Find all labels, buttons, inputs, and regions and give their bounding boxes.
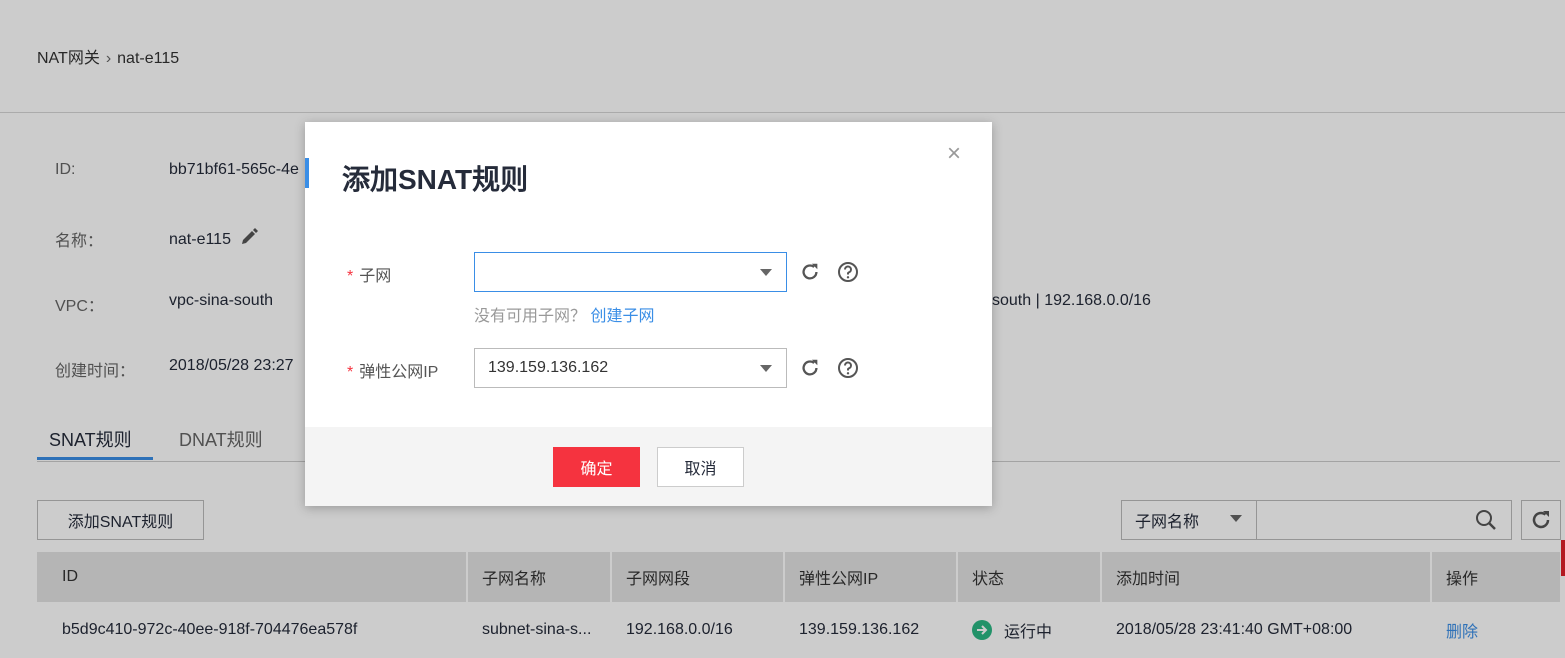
dialog-footer: 确定 取消 [305, 427, 992, 506]
eip-select-value: 139.159.136.162 [488, 359, 609, 376]
create-subnet-link[interactable]: 创建子网 [590, 308, 654, 325]
eip-label: * 弹性公网IP [347, 358, 438, 382]
chevron-down-icon [760, 365, 772, 372]
required-marker: * [347, 364, 354, 381]
confirm-button[interactable]: 确定 [553, 447, 640, 487]
subnet-select[interactable] [474, 252, 787, 292]
refresh-icon[interactable] [799, 261, 821, 283]
title-accent-bar [305, 158, 309, 188]
chevron-down-icon [760, 269, 772, 276]
cancel-button[interactable]: 取消 [657, 447, 744, 487]
help-icon[interactable] [837, 261, 859, 283]
subnet-label: * 子网 [347, 262, 391, 286]
eip-label-text: 弹性公网IP [359, 364, 439, 381]
dialog-title: 添加SNAT规则 [342, 164, 529, 195]
add-snat-rule-dialog: 添加SNAT规则 × * 子网 没有可用子网？ 创建子网 * 弹性公网IP 139.… [305, 122, 992, 506]
eip-select[interactable]: 139.159.136.162 [474, 348, 787, 388]
refresh-icon[interactable] [799, 357, 821, 379]
help-icon[interactable] [837, 357, 859, 379]
required-marker: * [347, 268, 354, 285]
close-icon[interactable]: × [947, 140, 961, 168]
subnet-label-text: 子网 [359, 268, 392, 285]
hint-text: 没有可用子网？ [474, 308, 587, 325]
no-subnet-hint: 没有可用子网？ 创建子网 [474, 302, 654, 326]
